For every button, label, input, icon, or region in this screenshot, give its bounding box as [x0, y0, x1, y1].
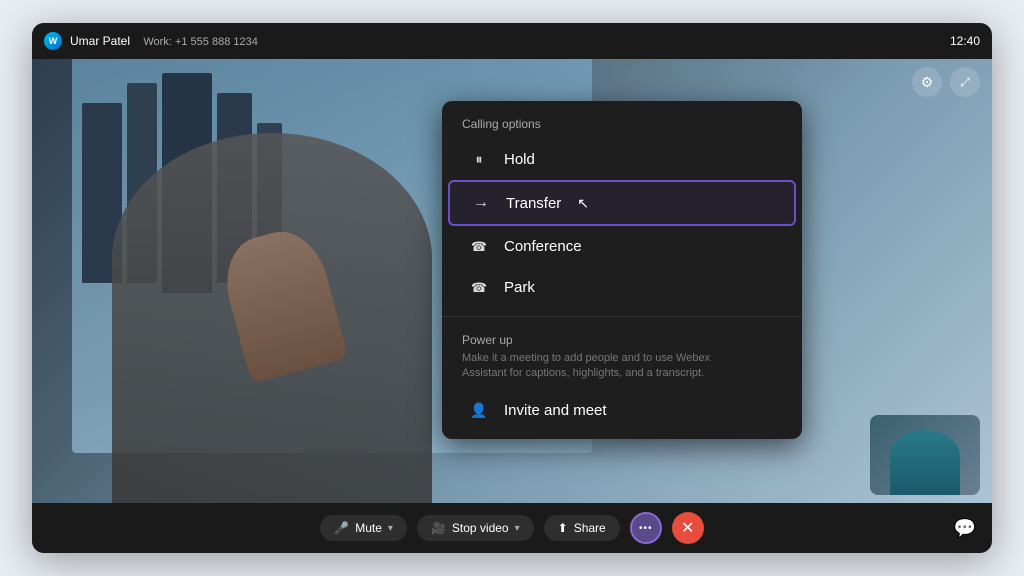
control-bar: 🎤 Mute ▾ 🎥 Stop video ▾ ⬆ Share ••• ✕ 💬	[32, 503, 992, 553]
menu-item-hold-label: Hold	[504, 151, 535, 168]
stop-video-label: Stop video	[452, 521, 509, 535]
cursor-indicator: ↖	[577, 195, 589, 212]
menu-item-transfer-label: Transfer	[506, 195, 561, 212]
menu-section-title: Calling options	[442, 117, 802, 139]
video-icon: 🎥	[431, 521, 446, 535]
topbar-time: 12:40	[950, 34, 980, 48]
chat-icon[interactable]: 💬	[954, 518, 976, 539]
share-button[interactable]: ⬆ Share	[544, 515, 620, 541]
mute-label: Mute	[355, 521, 382, 535]
menu-item-hold[interactable]: ⏸ Hold	[448, 139, 796, 180]
video-chevron: ▾	[515, 523, 520, 534]
app-window: W Umar Patel Work: +1 555 888 1234 12:40…	[32, 23, 992, 553]
end-call-button[interactable]: ✕	[672, 512, 704, 544]
hold-icon: ⏸	[468, 151, 490, 168]
end-icon: ✕	[681, 518, 694, 538]
menu-item-invite-label: Invite and meet	[504, 402, 607, 419]
topbar: W Umar Patel Work: +1 555 888 1234 12:40	[32, 23, 992, 59]
webex-logo: W	[44, 32, 62, 50]
menu-item-conference-label: Conference	[504, 238, 582, 255]
invite-icon: 👤	[468, 402, 490, 419]
stop-video-button[interactable]: 🎥 Stop video ▾	[417, 515, 534, 541]
park-icon: ☎	[468, 280, 490, 296]
share-label: Share	[574, 521, 606, 535]
menu-item-conference[interactable]: ☎ Conference	[448, 226, 796, 267]
mini-video-person	[890, 430, 960, 495]
menu-item-park[interactable]: ☎ Park	[448, 267, 796, 308]
settings-icon: ⚙	[921, 74, 934, 91]
menu-item-park-label: Park	[504, 279, 535, 296]
caller-info: Umar Patel Work: +1 555 888 1234	[70, 34, 258, 48]
mute-icon: 🎤	[334, 521, 349, 535]
menu-divider	[442, 316, 802, 317]
more-icon: •••	[639, 523, 653, 534]
topbar-icons: ⚙ ⤢	[912, 67, 980, 97]
power-up-section: Power up Make it a meeting to add people…	[442, 325, 802, 390]
expand-button[interactable]: ⤢	[950, 67, 980, 97]
share-icon: ⬆	[558, 521, 568, 535]
calling-options-menu: Calling options ⏸ Hold → Transfer ↖ ☎ Co…	[442, 101, 802, 439]
menu-item-invite[interactable]: 👤 Invite and meet	[448, 390, 796, 431]
mute-chevron: ▾	[388, 523, 393, 534]
mini-video-thumbnail	[870, 415, 980, 495]
mute-button[interactable]: 🎤 Mute ▾	[320, 515, 407, 541]
conference-icon: ☎	[468, 239, 490, 255]
more-options-button[interactable]: •••	[630, 512, 662, 544]
power-up-description: Make it a meeting to add people and to u…	[462, 351, 782, 382]
settings-button[interactable]: ⚙	[912, 67, 942, 97]
expand-icon: ⤢	[960, 75, 970, 90]
topbar-left: W Umar Patel Work: +1 555 888 1234	[44, 32, 258, 50]
power-up-title: Power up	[462, 333, 782, 347]
menu-item-transfer[interactable]: → Transfer ↖	[448, 180, 796, 226]
transfer-icon: →	[470, 194, 492, 212]
